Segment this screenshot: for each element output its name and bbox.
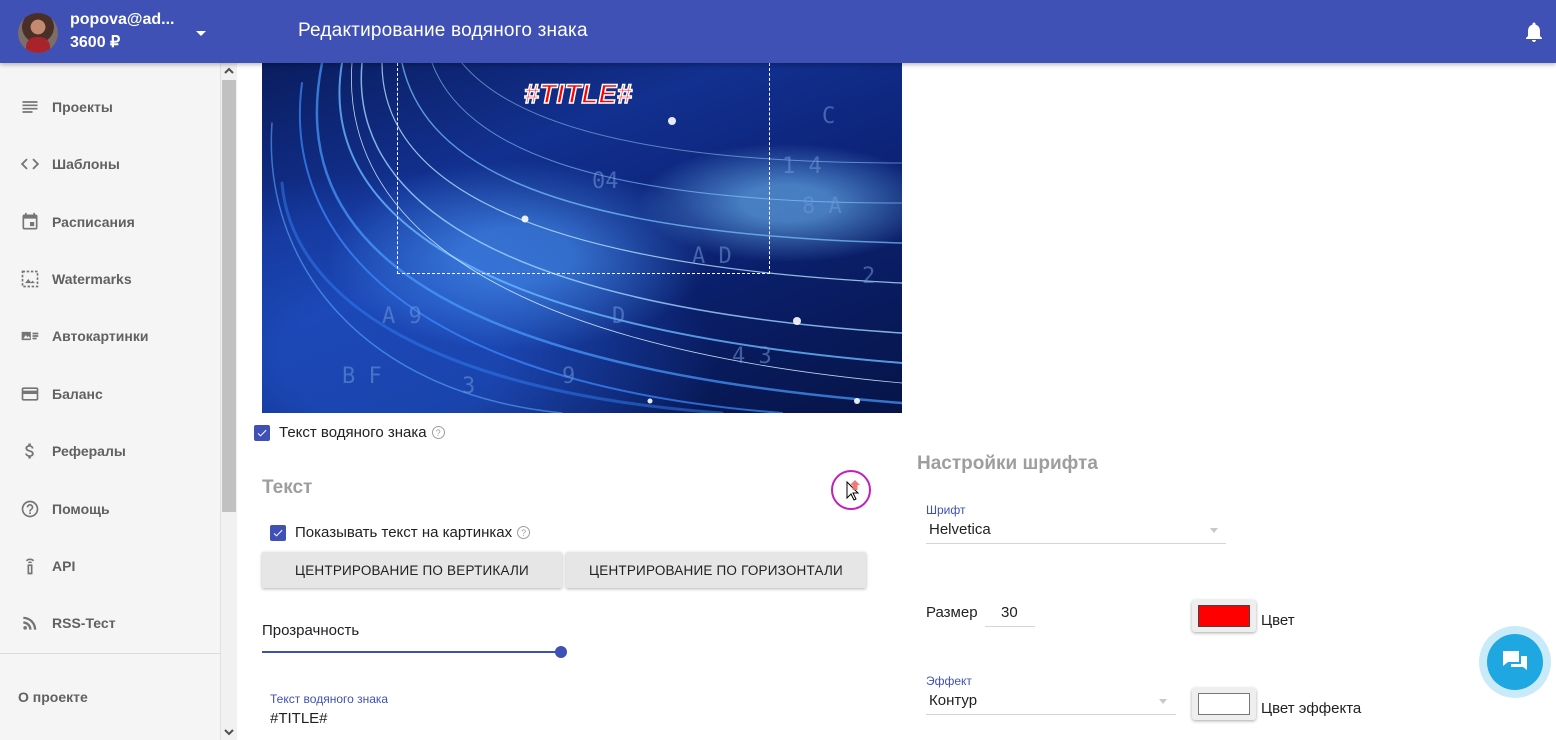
font-color-swatch: [1198, 605, 1250, 627]
sidebar-item-label: Шаблоны: [52, 156, 120, 172]
auto-image-icon: [19, 325, 41, 347]
caret-down-icon: [196, 30, 206, 36]
effect-select-underline: [926, 714, 1176, 715]
effect-dropdown-icon[interactable]: [1159, 699, 1167, 704]
page-title: Редактирование водяного знака: [298, 20, 588, 41]
scroll-up-arrow[interactable]: [221, 63, 237, 79]
list-icon: [19, 96, 41, 118]
help-icon[interactable]: ?: [431, 426, 445, 439]
sidebar-item-about[interactable]: О проекте: [18, 689, 88, 705]
svg-text:3: 3: [462, 374, 475, 399]
watermark-text-label: Текст водяного знака: [279, 424, 427, 441]
sidebar-item-label: Баланс: [52, 386, 103, 402]
opacity-slider-thumb[interactable]: [555, 646, 567, 658]
dollar-icon: [19, 440, 41, 462]
show-text-toggle[interactable]: Показывать текст на картинках ?: [270, 524, 531, 541]
image-icon: [19, 268, 41, 290]
scroll-thumb[interactable]: [222, 80, 236, 512]
font-color-button[interactable]: [1192, 600, 1256, 632]
scroll-down-arrow[interactable]: [221, 724, 237, 740]
watermark-text-toggle[interactable]: Текст водяного знака ?: [254, 424, 445, 441]
code-icon: [19, 153, 41, 175]
check-icon: [257, 429, 267, 436]
sidebar-item-label: Watermarks: [52, 271, 132, 287]
sidebar-item-help[interactable]: Помощь: [0, 489, 220, 529]
help-circle-icon: [19, 498, 41, 520]
user-email: popova@ad...: [70, 11, 175, 28]
avatar[interactable]: [18, 13, 58, 53]
watermark-preview-image: 04 1 48 A A DD4 3 A 9B FC 932 #TITLE#: [262, 63, 902, 413]
opacity-slider-track[interactable]: [262, 651, 562, 653]
sidebar-item-autoimages[interactable]: Автокартинки: [0, 316, 220, 356]
user-balance: 3600 ₽: [70, 34, 121, 51]
sidebar-item-schedules[interactable]: Расписания: [0, 202, 220, 242]
notifications-button[interactable]: [1522, 20, 1546, 44]
center-vertical-button[interactable]: ЦЕНТРИРОВАНИЕ ПО ВЕРТИКАЛИ: [262, 552, 562, 588]
sidebar-item-label: Помощь: [52, 501, 110, 517]
bell-icon: [1526, 22, 1542, 42]
show-text-checkbox[interactable]: [270, 524, 286, 541]
svg-text:1 4: 1 4: [782, 154, 822, 179]
watermark-text-field[interactable]: #TITLE#: [270, 710, 328, 727]
sidebar-item-referrals[interactable]: Рефералы: [0, 431, 220, 471]
sidebar-item-label: API: [52, 558, 76, 574]
svg-text:8 A: 8 A: [802, 194, 842, 219]
watermark-text-checkbox[interactable]: [254, 424, 270, 441]
font-settings-title: Настройки шрифта: [917, 453, 1098, 474]
check-icon: [273, 529, 283, 536]
top-app-bar: popova@ad... 3600 ₽ Редактирование водян…: [0, 0, 1556, 63]
effect-color-label: Цвет эффекта: [1261, 700, 1362, 717]
sidebar-item-label: Расписания: [52, 214, 135, 230]
pointer-cursor-icon: [846, 480, 860, 501]
svg-text:C: C: [822, 104, 835, 129]
size-input[interactable]: 30: [1001, 604, 1018, 621]
effect-field-label: Эффект: [926, 674, 972, 688]
show-text-label: Показывать текст на картинках: [295, 524, 513, 541]
cursor-highlight-ring: [831, 470, 871, 510]
svg-text:2: 2: [862, 264, 875, 289]
sidebar-item-label: Автокартинки: [52, 328, 149, 344]
sidebar-item-projects[interactable]: Проекты: [0, 87, 220, 127]
svg-text:A 9: A 9: [382, 304, 422, 329]
svg-text:9: 9: [562, 364, 575, 389]
size-input-underline: [985, 626, 1035, 627]
sidebar-item-rss-test[interactable]: RSS-Тест: [0, 603, 220, 643]
sidebar-item-label: Проекты: [52, 99, 113, 115]
text-section-title: Текст: [262, 477, 313, 498]
chat-button-inner: [1487, 634, 1543, 690]
sidebar-item-label: RSS-Тест: [52, 615, 116, 631]
font-select[interactable]: Helvetica: [929, 521, 991, 538]
font-field-label: Шрифт: [926, 503, 966, 517]
svg-text:B F: B F: [342, 364, 382, 389]
font-color-label: Цвет: [1261, 612, 1295, 629]
sidebar-item-templates[interactable]: Шаблоны: [0, 144, 220, 184]
chat-bubbles-icon: [1503, 651, 1527, 670]
rss-icon: [19, 612, 41, 634]
api-icon: [19, 555, 41, 577]
sidebar-item-watermarks[interactable]: Watermarks: [0, 259, 220, 299]
chat-button[interactable]: [1479, 626, 1551, 698]
sidebar-item-api[interactable]: API: [0, 546, 220, 586]
size-label: Размер: [926, 604, 978, 621]
watermark-text-overlay[interactable]: #TITLE#: [523, 78, 633, 110]
opacity-label: Прозрачность: [262, 622, 360, 639]
svg-text:D: D: [612, 304, 625, 329]
sidebar: Проекты Шаблоны Расписания Watermarks Ав…: [0, 63, 221, 740]
watermark-text-field-label: Текст водяного знака: [270, 692, 389, 706]
effect-color-swatch: [1198, 693, 1250, 715]
calendar-icon: [19, 211, 41, 233]
sidebar-divider: [0, 653, 220, 654]
sidebar-item-label: Рефералы: [52, 443, 126, 459]
credit-card-icon: [19, 383, 41, 405]
effect-color-button[interactable]: [1192, 688, 1256, 720]
sidebar-scrollbar[interactable]: [221, 63, 237, 740]
svg-text:4 3: 4 3: [732, 344, 772, 369]
sidebar-item-balance[interactable]: Баланс: [0, 374, 220, 414]
font-select-underline: [926, 543, 1226, 544]
help-icon[interactable]: ?: [517, 526, 531, 539]
font-dropdown-icon[interactable]: [1210, 528, 1218, 533]
effect-select[interactable]: Контур: [929, 692, 977, 709]
user-menu-button[interactable]: [190, 22, 212, 44]
center-horizontal-button[interactable]: ЦЕНТРИРОВАНИЕ ПО ГОРИЗОНТАЛИ: [566, 552, 866, 588]
